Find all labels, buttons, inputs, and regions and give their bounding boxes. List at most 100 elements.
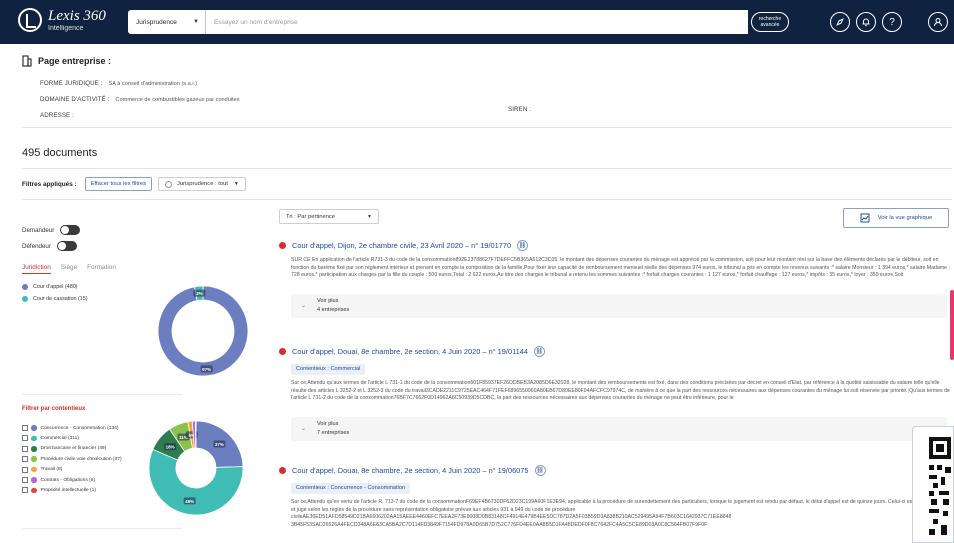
- checkbox[interactable]: [22, 466, 28, 473]
- slice-label: 97%: [202, 367, 211, 372]
- result-title-link[interactable]: Cour d'appel, Douai, 8e chambre, 2e sect…: [292, 466, 529, 475]
- contentieux-filter-label: Droit bancaire et financier (49): [40, 446, 107, 452]
- link-icon[interactable]: ⛓: [517, 239, 529, 251]
- legal-form-row: FORME JURIDIQUE : SA à conseil d'administ…: [40, 80, 197, 87]
- tab-formation[interactable]: Formation: [87, 264, 116, 274]
- result-status-dot: [279, 347, 286, 355]
- tab-siege[interactable]: Siège: [61, 264, 77, 274]
- companies-count: 4 entreprises: [317, 307, 350, 313]
- search-input[interactable]: [206, 10, 748, 34]
- contentieux-filter-item[interactable]: Travail (8): [22, 466, 63, 473]
- legend-item[interactable]: Cour d'appel (480): [22, 284, 77, 290]
- address-label: ADRESSE :: [40, 112, 74, 119]
- result-title-link[interactable]: Cour d'appel, Dijon, 2e chambre civile, …: [292, 241, 511, 250]
- tab-juridiction[interactable]: Juridiction: [22, 264, 51, 274]
- qr-code-widget[interactable]: [912, 426, 954, 543]
- compass-button[interactable]: [830, 12, 850, 32]
- result-item: Cour d'appel, Dijon, 2e chambre civile, …: [279, 239, 954, 318]
- contentieux-filter-item[interactable]: Concurrence - Consommation (134): [22, 425, 119, 431]
- contentieux-filter-item[interactable]: Procédure civile voie d'exécution (37): [22, 456, 122, 463]
- jurisprudence-filter-pill[interactable]: Jurisprudence : tout ▼: [158, 177, 246, 191]
- section-divider: [22, 199, 952, 200]
- contentieux-filter-label: Concurrence - Consommation (134): [40, 425, 119, 431]
- slice-label: 49%: [185, 499, 194, 504]
- contentieux-filter-label: Travail (8): [40, 467, 63, 473]
- address-row: ADRESSE :: [40, 112, 74, 119]
- top-navigation-bar: Lexis 360 Intelligence Jurisprudence ▼ r…: [0, 0, 954, 44]
- legal-form-label: FORME JURIDIQUE :: [40, 80, 103, 87]
- section-divider: [22, 127, 952, 128]
- chevron-down-icon: ▼: [193, 19, 199, 25]
- advanced-search-button[interactable]: recherche avancée: [751, 12, 789, 32]
- contentieux-filter-item[interactable]: Contrats - Obligations (6): [22, 477, 95, 483]
- scroll-indicator[interactable]: [950, 290, 954, 360]
- see-more-panel[interactable]: ⌄ Voir plus 4 entreprises: [291, 294, 947, 318]
- siren-row: SIREN :: [508, 106, 531, 113]
- advanced-search-label-2: avancée: [760, 22, 780, 28]
- notifications-button[interactable]: [856, 12, 876, 32]
- result-excerpt: Sur ce,Attendu qu'en vertu de l'article …: [291, 499, 947, 528]
- contentieux-filter-item[interactable]: Commercial (311): [22, 435, 80, 442]
- checkbox[interactable]: [22, 435, 28, 442]
- search-scope-label: Jurisprudence: [136, 18, 177, 26]
- contentieux-tag: Contentieux : Commercial: [291, 364, 366, 375]
- result-item: Cour d'appel, Douai, 8e chambre, 2e sect…: [279, 464, 954, 530]
- jurisprudence-filter-label: Jurisprudence : tout: [177, 181, 228, 187]
- logo-subtitle: Intelligence: [48, 24, 84, 32]
- demandeur-toggle-row: Demandeur: [22, 225, 81, 235]
- legend-dot: [22, 296, 28, 302]
- company-page-title: Page entreprise :: [22, 55, 111, 67]
- contentieux-filter-label: Commercial (311): [40, 435, 80, 441]
- user-account-button[interactable]: [928, 12, 948, 32]
- clear-filters-button[interactable]: Effacer tous les filtres: [84, 177, 152, 191]
- contentieux-filter-label: Procédure civile voie d'exécution (37): [40, 456, 122, 462]
- legend-dot: [31, 435, 37, 442]
- result-title-link[interactable]: Cour d'appel, Douai, 8e chambre, 2e sect…: [292, 347, 528, 356]
- logo-icon: [18, 8, 42, 32]
- checkbox[interactable]: [22, 487, 28, 494]
- sort-label: Tri : Par pertinence: [286, 213, 336, 220]
- juridiction-tabs: Juridiction Siège Formation: [22, 264, 126, 274]
- qr-code-icon: [929, 437, 951, 535]
- chevron-down-icon: ▼: [367, 213, 372, 220]
- link-icon[interactable]: ⛓: [533, 345, 545, 357]
- help-button[interactable]: ?: [882, 12, 902, 32]
- lexis-logo[interactable]: Lexis 360 Intelligence: [18, 8, 106, 32]
- demandeur-toggle[interactable]: [60, 225, 81, 235]
- remove-filter-icon[interactable]: [165, 180, 172, 188]
- see-more-label: Voir plus: [317, 421, 339, 427]
- checkbox[interactable]: [22, 477, 28, 483]
- result-status-dot: [279, 241, 286, 249]
- checkbox[interactable]: [22, 425, 28, 431]
- legend-dot: [22, 284, 28, 290]
- slice-label: 18%: [166, 445, 175, 450]
- search-button[interactable]: [724, 12, 744, 32]
- search-scope-select[interactable]: Jurisprudence ▼: [128, 10, 206, 34]
- legend-label: Cour de cassation (15): [33, 296, 88, 302]
- slice-label: 3%: [196, 291, 203, 296]
- result-excerpt: SUR CE En application de l'article R731-…: [291, 257, 950, 279]
- activity-row: DOMAINE D'ACTIVITÉ : Commerce de combusti…: [40, 96, 240, 103]
- contentieux-filter-item[interactable]: Propriété intellectuelle (1): [22, 487, 96, 494]
- result-status-dot: [279, 466, 286, 474]
- graph-view-button[interactable]: Voir la vue graphique: [843, 208, 949, 228]
- donut-slice[interactable]: [195, 420, 197, 449]
- see-more-panel[interactable]: ⌄ Voir plus 7 entreprises: [291, 417, 947, 441]
- contentieux-donut-chart: 37%49%18%11% 5%: [148, 420, 244, 516]
- checkbox[interactable]: [22, 456, 28, 463]
- see-more-label: Voir plus: [317, 298, 339, 304]
- sidebar-divider: [22, 528, 182, 529]
- legend-dot: [31, 477, 37, 483]
- legend-item[interactable]: Cour de cassation (15): [22, 296, 88, 302]
- result-excerpt: Sur ce,Attendu qu'aux termes de l'articl…: [291, 380, 950, 402]
- defendeur-toggle[interactable]: [56, 241, 77, 251]
- link-icon[interactable]: ⛓: [534, 464, 546, 476]
- checkbox[interactable]: [22, 445, 28, 452]
- defendeur-toggle-row: Défendeur: [22, 241, 77, 251]
- question-mark-icon: ?: [889, 16, 895, 28]
- legend-dot: [31, 425, 37, 431]
- legend-dot: [31, 446, 37, 452]
- contentieux-filter-label: Propriété intellectuelle (1): [40, 487, 96, 493]
- contentieux-filter-item[interactable]: Droit bancaire et financier (49): [22, 445, 107, 452]
- sort-select[interactable]: Tri : Par pertinence ▼: [279, 209, 379, 224]
